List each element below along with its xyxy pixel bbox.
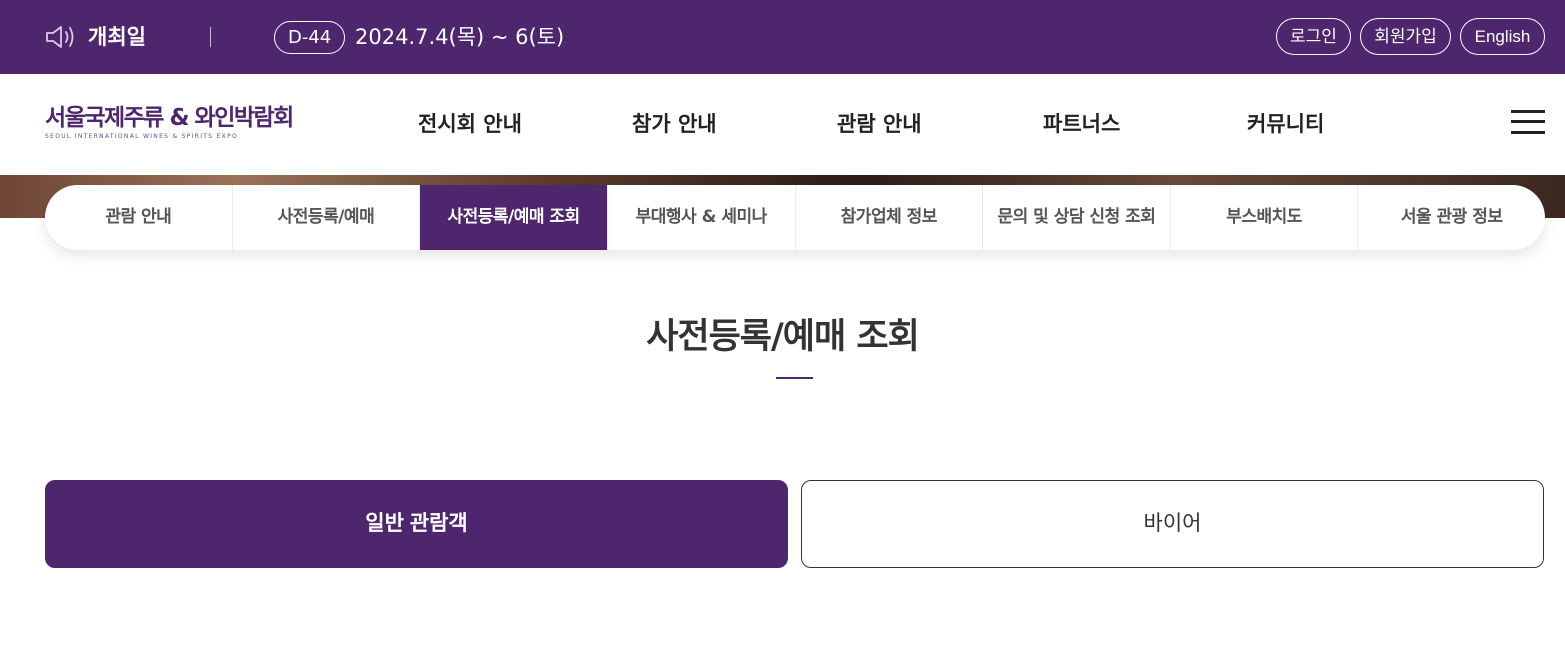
title-underline — [776, 377, 813, 379]
page-title: 사전등록/예매 조회 — [646, 317, 920, 357]
divider — [210, 27, 211, 47]
header: 서울국제주류 & 와인박람회 SEOUL INTERNATIONAL WINES… — [0, 74, 1565, 175]
event-dates: 2024.7.4(목) ~ 6(토) — [355, 25, 565, 49]
subnav-booth-layout[interactable]: 부스배치도 — [1171, 185, 1359, 250]
english-button[interactable]: English — [1460, 18, 1545, 55]
subnav-seoul-tourism[interactable]: 서울 관광 정보 — [1358, 185, 1545, 250]
subnav-exhibitors[interactable]: 참가업체 정보 — [796, 185, 984, 250]
event-date-label: 개최일 — [88, 25, 146, 49]
login-button[interactable]: 로그인 — [1276, 18, 1351, 55]
site-logo[interactable]: 서울국제주류 & 와인박람회 SEOUL INTERNATIONAL WINES… — [45, 103, 294, 141]
gnb-community[interactable]: 커뮤니티 — [1247, 108, 1324, 140]
logo-title: 서울국제주류 & 와인박람회 — [45, 105, 294, 131]
sub-navigation: 관람 안내 사전등록/예매 사전등록/예매 조회 부대행사 & 세미나 참가업체… — [45, 185, 1545, 250]
gnb-partners[interactable]: 파트너스 — [1043, 108, 1120, 140]
hamburger-icon[interactable] — [1511, 107, 1545, 135]
gnb-exhibition-info[interactable]: 전시회 안내 — [418, 108, 522, 140]
gnb-visitor-info[interactable]: 관람 안내 — [837, 108, 922, 140]
subnav-visitor-info[interactable]: 관람 안내 — [45, 185, 233, 250]
tab-buyer[interactable]: 바이어 — [801, 480, 1544, 568]
top-bar: 개최일 D-44 2024.7.4(목) ~ 6(토) 로그인 회원가입 Eng… — [0, 0, 1565, 74]
gnb-participation-info[interactable]: 참가 안내 — [632, 108, 717, 140]
subnav-preregistration[interactable]: 사전등록/예매 — [233, 185, 421, 250]
dday-badge: D-44 — [274, 21, 346, 54]
logo-subtitle: SEOUL INTERNATIONAL WINES & SPIRITS EXPO — [45, 133, 239, 140]
subnav-inquiry-lookup[interactable]: 문의 및 상담 신청 조회 — [983, 185, 1171, 250]
tab-general-visitor[interactable]: 일반 관람객 — [45, 480, 788, 568]
subnav-events-seminars[interactable]: 부대행사 & 세미나 — [608, 185, 796, 250]
signup-button[interactable]: 회원가입 — [1360, 18, 1451, 55]
subnav-preregistration-lookup[interactable]: 사전등록/예매 조회 — [420, 185, 608, 250]
speaker-icon — [46, 26, 74, 48]
